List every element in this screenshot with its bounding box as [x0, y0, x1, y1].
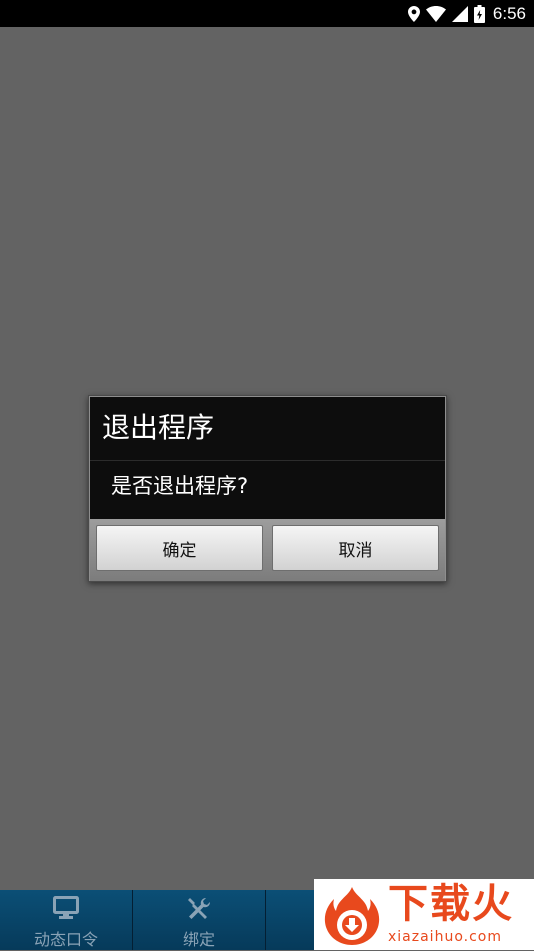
wifi-icon — [425, 5, 446, 22]
flame-logo-icon — [320, 885, 384, 951]
watermark: 下载火 xiazaihuo.com — [314, 879, 534, 950]
dialog-body: 是否退出程序? — [90, 461, 445, 519]
tab-label: 绑定 — [182, 930, 215, 949]
battery-icon — [473, 4, 485, 23]
status-time: 6:56 — [492, 3, 526, 23]
status-bar: 6:56 — [0, 0, 534, 27]
location-icon — [407, 5, 420, 22]
signal-icon — [451, 5, 468, 22]
dialog-title: 退出程序 — [102, 411, 215, 444]
cancel-button[interactable]: 取消 — [272, 525, 439, 571]
tab-dynamic-password[interactable]: 动态口令 — [0, 890, 133, 950]
ok-button[interactable]: 确定 — [96, 525, 263, 571]
monitor-icon — [53, 896, 79, 924]
tab-label: 动态口令 — [33, 930, 98, 949]
tab-bind[interactable]: 绑定 — [133, 890, 266, 950]
exit-dialog: 退出程序 是否退出程序? 确定 取消 — [88, 395, 447, 582]
status-icons: 6:56 — [407, 0, 526, 27]
watermark-brand: 下载火 — [388, 881, 514, 927]
watermark-url: xiazaihuo.com — [388, 929, 502, 945]
dialog-button-bar: 确定 取消 — [90, 519, 445, 581]
dialog-message: 是否退出程序? — [111, 474, 249, 498]
dialog-header: 退出程序 — [90, 397, 445, 461]
tools-icon — [186, 896, 212, 926]
